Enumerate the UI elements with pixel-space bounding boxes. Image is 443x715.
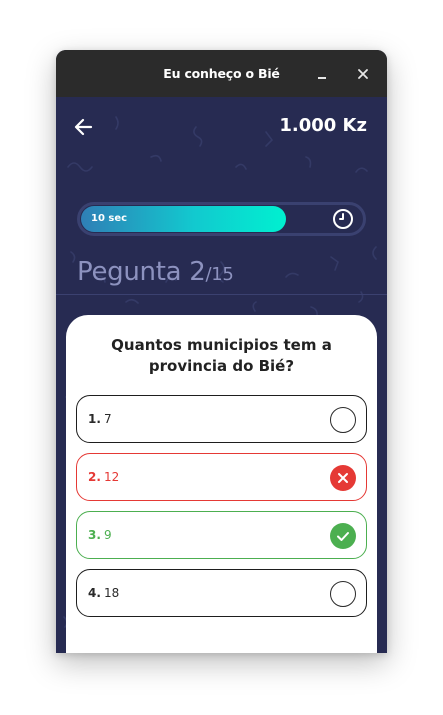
answer-option-1[interactable]: 1. 7 [76, 395, 367, 443]
option-value: 12 [104, 470, 120, 484]
radio-circle-icon [330, 581, 356, 607]
wrong-x-icon [330, 465, 356, 491]
option-number: 3. [88, 528, 101, 542]
correct-check-icon [330, 523, 356, 549]
app-window: Eu conheço o Bié 1.000 Kz 10 sec Pegunta… [56, 50, 387, 653]
option-number: 2. [88, 470, 101, 484]
minimize-button[interactable] [312, 64, 332, 84]
question-text: Quantos municipios tem a provincia do Bi… [111, 336, 332, 375]
option-number: 1. [88, 412, 101, 426]
divider [56, 294, 387, 295]
question-counter-total: /15 [205, 264, 234, 285]
option-number: 4. [88, 586, 101, 600]
back-button[interactable] [72, 115, 96, 139]
close-icon [358, 69, 368, 79]
title-bar: Eu conheço o Bié [56, 50, 387, 97]
question-counter: Pegunta 2/15 [77, 257, 234, 287]
option-value: 18 [104, 586, 120, 600]
question-card: Quantos municipios tem a provincia do Bi… [66, 315, 377, 653]
quiz-screen: 1.000 Kz 10 sec Pegunta 2/15 Quantos mun… [56, 97, 387, 653]
option-value: 7 [104, 412, 112, 426]
close-button[interactable] [353, 64, 373, 84]
timer-label: 10 sec [91, 213, 128, 224]
option-value: 9 [104, 528, 112, 542]
answer-option-3[interactable]: 3. 9 [76, 511, 367, 559]
radio-circle-icon [330, 407, 356, 433]
balance-amount: 1.000 Kz [279, 115, 367, 136]
window-title: Eu conheço o Bié [163, 66, 280, 81]
question-counter-current: Pegunta 2 [77, 257, 206, 287]
clock-icon [333, 209, 353, 229]
answer-option-2[interactable]: 2. 12 [76, 453, 367, 501]
answer-option-4[interactable]: 4. 18 [76, 569, 367, 617]
timer-bar: 10 sec [77, 202, 366, 236]
arrow-left-icon [74, 118, 93, 136]
